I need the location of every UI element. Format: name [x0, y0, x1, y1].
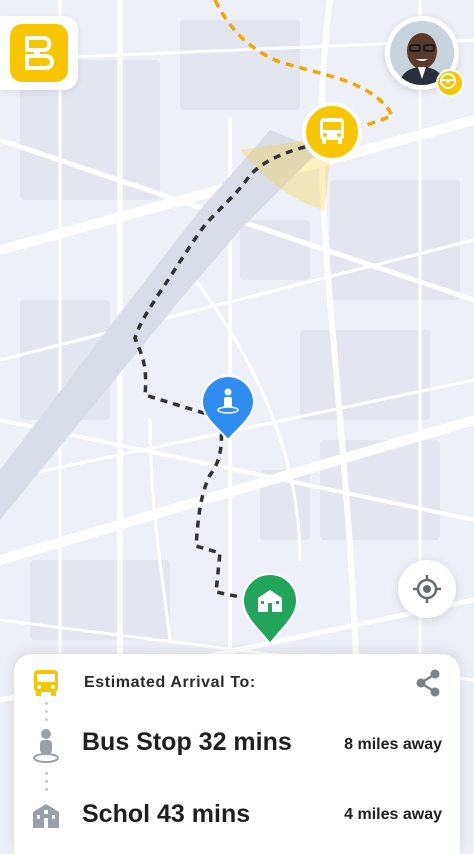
school-label: Schol: [82, 800, 151, 828]
school-time: 43 mins: [157, 800, 251, 828]
bus-stop-distance: 8 miles away: [344, 736, 442, 753]
crosshair-icon: [413, 575, 441, 603]
timeline-dots: [45, 772, 48, 796]
school-eta: Schol 43 mins: [82, 800, 250, 829]
timeline-dots: [45, 702, 48, 726]
app-logo[interactable]: [0, 16, 78, 90]
school-icon: [33, 804, 59, 828]
arrival-title: Estimated Arrival To:: [84, 674, 256, 691]
person-pin-icon: [33, 729, 59, 763]
bus-stop-eta: Bus Stop 32 mins: [82, 728, 292, 757]
bus-icon: [34, 670, 58, 696]
bus-marker[interactable]: [302, 102, 362, 162]
arrival-card: Estimated Arrival To: Bus Stop 32 mins 8…: [14, 654, 460, 854]
locate-button[interactable]: [398, 560, 456, 618]
share-icon[interactable]: [414, 668, 442, 698]
bus-stop-label: Bus Stop: [82, 728, 192, 756]
app-logo-icon: [10, 24, 68, 82]
steering-wheel-icon: [436, 69, 464, 97]
driver-avatar[interactable]: [385, 16, 464, 97]
bus-stop-time: 32 mins: [198, 728, 292, 756]
school-distance: 4 miles away: [344, 806, 442, 823]
